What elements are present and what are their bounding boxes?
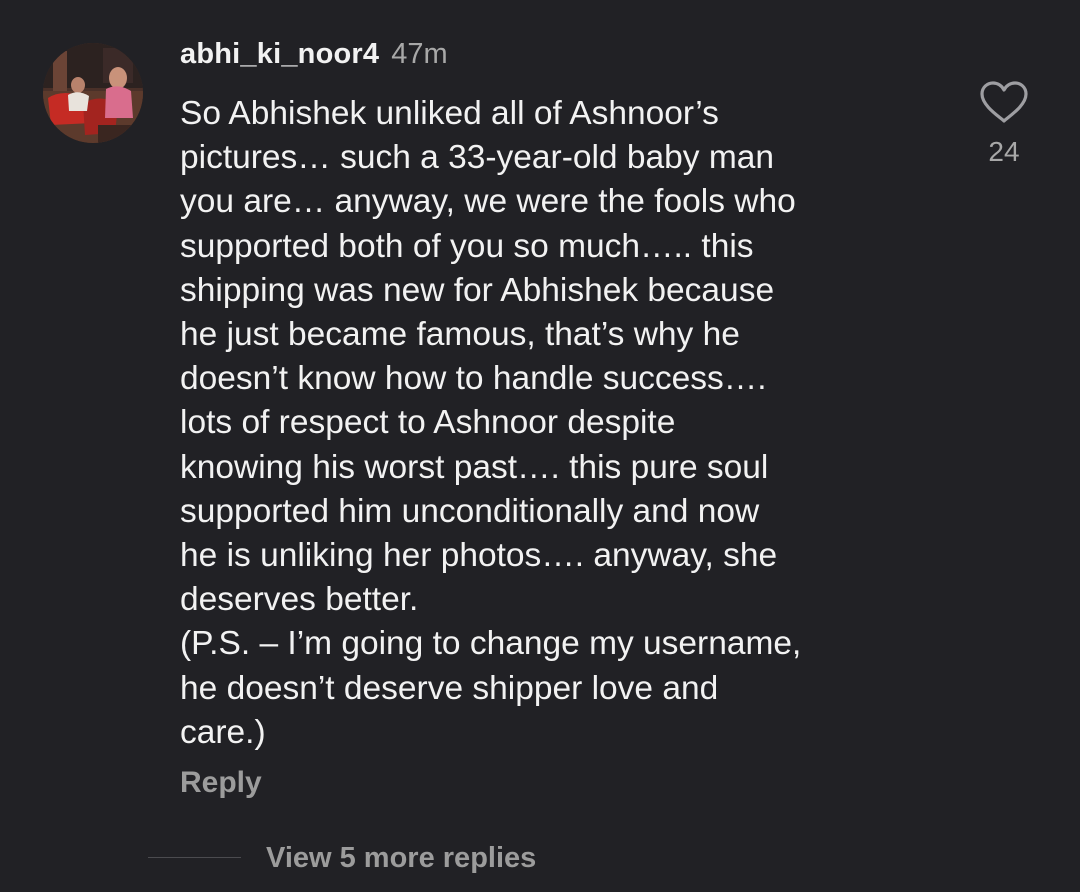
comment-line: shipping was new for Abhishek because [180,271,775,309]
comment-line: supported both of you so much….. this [180,227,754,265]
reply-button[interactable]: Reply [180,766,262,800]
comment-line: you are… anyway, we were the fools who [180,183,796,221]
view-more-replies-button[interactable]: View 5 more replies [266,842,536,875]
avatar-photo [43,43,143,143]
comment-header: abhi_ki_noor4 47m [180,38,448,71]
comment-line: he just became famous, that’s why he [180,316,740,354]
comment-line: (P.S. – I’m going to change my username, [180,625,802,663]
comment-line: deserves better. [180,581,419,619]
comment-line: supported him unconditionally and now [180,492,760,530]
comment-line: knowing his worst past…. this pure soul [180,448,769,486]
comment-line: So Abhishek unliked all of Ashnoor’s [180,95,719,132]
timestamp: 47m [391,38,448,70]
comment-line: lots of respect to Ashnoor despite [180,404,676,442]
heart-outline-icon[interactable] [978,80,1030,124]
comment-line: care.) [180,713,266,751]
like-button[interactable] [978,80,1030,124]
avatar[interactable] [43,43,143,143]
comment-line: pictures… such a 33-year-old baby man [180,139,774,177]
replies-divider [148,857,241,858]
comment-line: doesn’t know how to handle success…. [180,360,767,398]
comment-line: he doesn’t deserve shipper love and [180,669,719,707]
like-count: 24 [988,136,1020,167]
username[interactable]: abhi_ki_noor4 [180,38,379,71]
comment-line: he is unliking her photos…. anyway, she [180,537,778,575]
comment-text: So Abhishek unliked all of Ashnoor’s pict… [180,92,940,755]
